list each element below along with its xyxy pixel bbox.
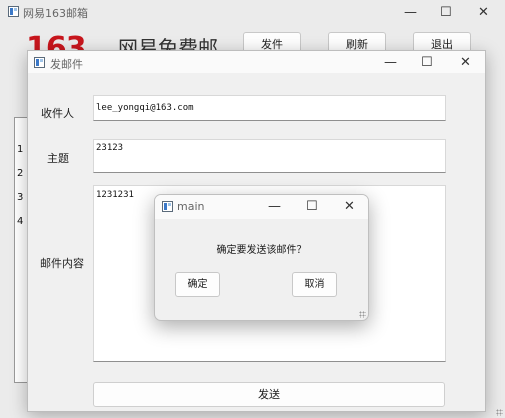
dialog-close-icon[interactable]: ✕ bbox=[344, 200, 355, 213]
main-resize-grip-icon[interactable] bbox=[496, 409, 503, 416]
send-button[interactable]: 发送 bbox=[93, 382, 445, 407]
main-minimize-icon[interactable]: — bbox=[404, 6, 417, 19]
ok-button[interactable]: 确定 bbox=[175, 272, 220, 297]
app-window-icon bbox=[8, 6, 19, 17]
row-number-1: 1 bbox=[17, 144, 24, 155]
dialog-message: 确定要发送该邮件？ bbox=[216, 245, 307, 256]
compose-maximize-icon[interactable]: ☐ bbox=[421, 56, 433, 69]
compose-titlebar[interactable] bbox=[28, 51, 485, 73]
subject-field[interactable]: 23123 bbox=[93, 139, 446, 173]
dialog-window-icon bbox=[162, 201, 173, 212]
main-window-title: 网易163邮箱 bbox=[23, 7, 88, 20]
dialog-resize-grip-icon[interactable] bbox=[359, 311, 366, 318]
dialog-title: main bbox=[177, 200, 205, 213]
body-label: 邮件内容 bbox=[40, 257, 84, 270]
compose-minimize-icon[interactable]: — bbox=[384, 56, 397, 69]
mail-list-table[interactable] bbox=[14, 117, 28, 383]
main-maximize-icon[interactable]: ☐ bbox=[440, 6, 452, 19]
compose-close-icon[interactable]: ✕ bbox=[460, 56, 471, 69]
recipient-label: 收件人 bbox=[41, 107, 74, 120]
dialog-minimize-icon[interactable]: — bbox=[268, 200, 281, 213]
cancel-button[interactable]: 取消 bbox=[292, 272, 337, 297]
subject-label: 主题 bbox=[47, 152, 69, 165]
main-close-icon[interactable]: ✕ bbox=[478, 6, 489, 19]
row-number-4: 4 bbox=[17, 216, 24, 227]
row-number-3: 3 bbox=[17, 192, 24, 203]
compose-window-title: 发邮件 bbox=[50, 58, 83, 71]
row-number-2: 2 bbox=[17, 168, 24, 179]
recipient-field[interactable]: lee_yongqi@163.com bbox=[93, 95, 446, 121]
compose-window-icon bbox=[34, 57, 45, 68]
dialog-maximize-icon[interactable]: ☐ bbox=[306, 200, 318, 213]
confirm-dialog: main — ☐ ✕ 确定要发送该邮件？ 确定 取消 bbox=[154, 194, 369, 321]
